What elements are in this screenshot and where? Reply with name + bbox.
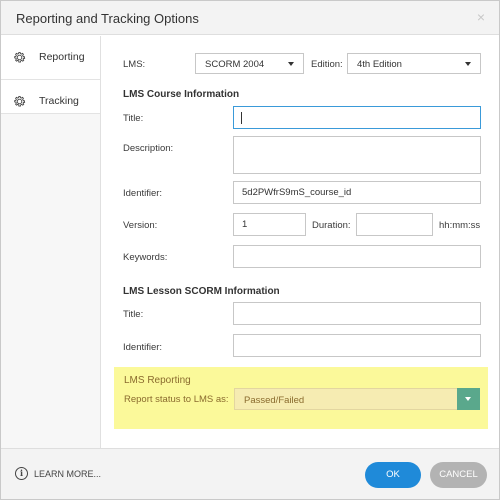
dialog-footer: i LEARN MORE... OK CANCEL <box>1 448 499 499</box>
lesson-title-label: Title: <box>123 309 144 320</box>
lms-select[interactable]: SCORM 2004 <box>195 53 304 74</box>
course-keywords-input[interactable] <box>233 245 481 268</box>
close-icon[interactable]: × <box>477 9 485 25</box>
report-status-value: Passed/Failed <box>244 395 305 406</box>
cancel-button[interactable]: CANCEL <box>430 462 487 488</box>
course-section-title: LMS Course Information <box>123 89 240 100</box>
lesson-identifier-label: Identifier: <box>123 342 163 353</box>
course-title-input[interactable] <box>233 106 481 129</box>
edition-select[interactable]: 4th Edition <box>347 53 481 74</box>
chevron-down-icon <box>465 397 471 401</box>
course-identifier-label: Identifier: <box>123 188 163 199</box>
chevron-down-icon <box>465 62 471 66</box>
course-keywords-label: Keywords: <box>123 252 168 263</box>
course-description-label: Description: <box>123 143 174 154</box>
report-status-select[interactable]: Passed/Failed <box>234 388 480 410</box>
sidebar-empty-area <box>1 114 100 448</box>
learn-more-text: LEARN MORE... <box>34 469 102 479</box>
info-icon: i <box>15 467 28 480</box>
report-status-label: Report status to LMS as: <box>124 394 229 405</box>
gear-icon <box>14 52 26 63</box>
lesson-identifier-input[interactable] <box>233 334 481 357</box>
lms-label: LMS: <box>123 59 146 70</box>
duration-format-hint: hh:mm:ss <box>439 220 481 231</box>
sidebar-item-label: Reporting <box>39 51 85 63</box>
lesson-section-title: LMS Lesson SCORM Information <box>123 286 280 297</box>
dialog-title: Reporting and Tracking Options <box>16 11 199 26</box>
text-cursor <box>241 112 242 124</box>
lms-reporting-highlight: LMS Reporting Report status to LMS as: P… <box>114 367 488 429</box>
edition-select-value: 4th Edition <box>357 59 402 70</box>
sidebar-item-reporting[interactable]: Reporting <box>1 36 100 80</box>
lms-select-value: SCORM 2004 <box>205 59 265 70</box>
sidebar: Reporting Tracking <box>1 36 101 448</box>
course-title-label: Title: <box>123 113 144 124</box>
gear-icon <box>14 96 26 107</box>
ok-button[interactable]: OK <box>365 462 421 488</box>
chevron-down-icon <box>288 62 294 66</box>
course-identifier-input[interactable]: 5d2PWfrS9mS_course_id <box>233 181 481 204</box>
reporting-tracking-dialog: Reporting and Tracking Options × Reporti… <box>0 0 500 500</box>
course-version-label: Version: <box>123 220 158 231</box>
course-duration-input[interactable] <box>356 213 433 236</box>
course-description-input[interactable] <box>233 136 481 174</box>
reporting-section-title: LMS Reporting <box>124 375 191 386</box>
title-bar: Reporting and Tracking Options × <box>1 1 499 35</box>
course-version-input[interactable]: 1 <box>233 213 306 236</box>
dropdown-button[interactable] <box>457 388 480 410</box>
sidebar-item-label: Tracking <box>39 95 79 107</box>
edition-label: Edition: <box>311 59 343 70</box>
lesson-title-input[interactable] <box>233 302 481 325</box>
course-duration-label: Duration: <box>312 220 351 231</box>
